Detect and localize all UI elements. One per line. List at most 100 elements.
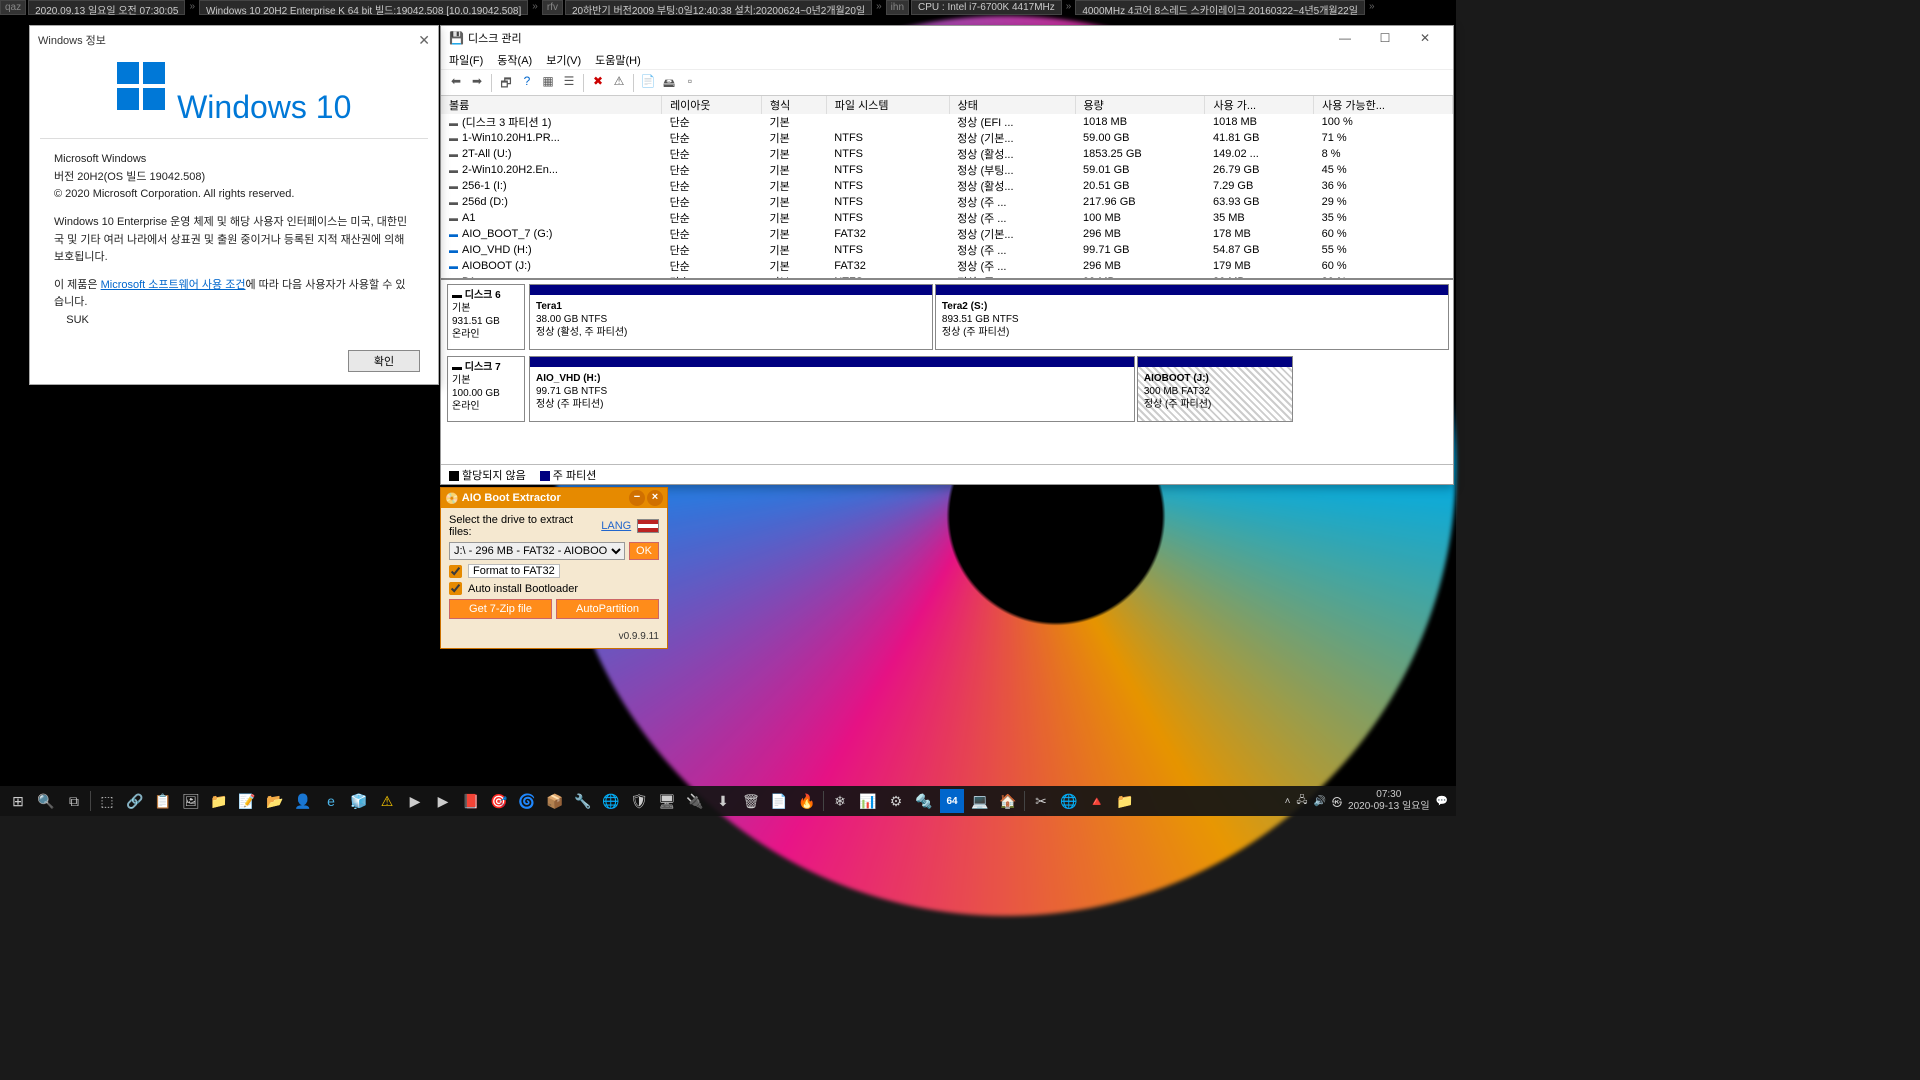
app-icon[interactable]: 🖥 xyxy=(655,789,679,813)
partition[interactable]: Tera2 (S:)893.51 GB NTFS정상 (주 파티션) xyxy=(935,284,1449,350)
close-icon[interactable]: × xyxy=(647,490,663,506)
volume-row[interactable]: AIO_BOOT_7 (G:)단순기본FAT32정상 (기본...296 MB1… xyxy=(441,226,1453,242)
app-icon[interactable]: ⬇ xyxy=(711,789,735,813)
app-icon[interactable]: 🛡 xyxy=(627,789,651,813)
column-header[interactable]: 상태 xyxy=(949,96,1075,114)
volume-row[interactable]: A1단순기본NTFS정상 (주 ...100 MB35 MB35 % xyxy=(441,210,1453,226)
flag-icon[interactable] xyxy=(637,519,659,533)
bootloader-checkbox[interactable] xyxy=(449,582,462,595)
app-icon[interactable]: 🔌 xyxy=(683,789,707,813)
dialog-titlebar[interactable]: Windows 정보 ✕ xyxy=(30,26,438,54)
app-icon[interactable]: 🧊 xyxy=(347,789,371,813)
volume-icon[interactable]: 🔊 xyxy=(1314,796,1326,807)
app-icon[interactable]: 📄 xyxy=(767,789,791,813)
disk-label[interactable]: ▬ 디스크 7기본100.00 GB온라인 xyxy=(447,356,525,422)
format-icon[interactable]: ▫ xyxy=(681,74,699,92)
app-icon[interactable]: ⚠ xyxy=(375,789,399,813)
taskview-icon[interactable]: ⧉ xyxy=(62,789,86,813)
ime-icon[interactable]: ㉿ xyxy=(1332,794,1342,809)
app-icon[interactable]: 🖼 xyxy=(179,789,203,813)
app-icon[interactable]: 64 xyxy=(940,789,964,813)
drive-icon[interactable]: 🖴 xyxy=(660,74,678,92)
menu-file[interactable]: 파일(F) xyxy=(449,52,483,68)
app-icon[interactable]: 🔥 xyxy=(795,789,819,813)
column-header[interactable]: 사용 가... xyxy=(1205,96,1314,114)
partition[interactable]: AIOBOOT (J:)300 MB FAT32정상 (주 파티션) xyxy=(1137,356,1293,422)
notification-icon[interactable]: 💬 xyxy=(1436,796,1448,807)
start-button[interactable]: ⊞ xyxy=(6,789,30,813)
aio-titlebar[interactable]: 📀 AIO Boot Extractor − × xyxy=(441,488,667,508)
volume-row[interactable]: (디스크 3 파티션 1)단순기본정상 (EFI ...1018 MB1018 … xyxy=(441,114,1453,130)
minimize-button[interactable]: — xyxy=(1325,31,1365,45)
list-icon[interactable]: ▦ xyxy=(539,74,557,92)
column-header[interactable]: 형식 xyxy=(762,96,827,114)
volume-row[interactable]: AIO_VHD (H:)단순기본NTFS정상 (주 ...99.71 GB54.… xyxy=(441,242,1453,258)
app-icon[interactable]: 📦 xyxy=(543,789,567,813)
system-tray[interactable]: ˄ 🖧 🔊 ㉿ 07:30 2020-09-13 일요일 💬 xyxy=(1285,789,1452,813)
clock[interactable]: 07:30 2020-09-13 일요일 xyxy=(1348,789,1430,813)
app-icon[interactable]: 🌐 xyxy=(599,789,623,813)
ok-button[interactable]: OK xyxy=(629,542,659,560)
minimize-icon[interactable]: − xyxy=(629,490,645,506)
column-header[interactable]: 사용 가능한... xyxy=(1314,96,1453,114)
refresh-icon[interactable]: 🗗 xyxy=(497,74,515,92)
back-icon[interactable]: ⬅ xyxy=(447,74,465,92)
ie-icon[interactable]: e xyxy=(319,789,343,813)
app-icon[interactable]: 🔧 xyxy=(571,789,595,813)
volume-row[interactable]: AIOBOOT (J:)단순기본FAT32정상 (주 ...296 MB179 … xyxy=(441,258,1453,274)
close-icon[interactable]: ✕ xyxy=(418,32,430,49)
window-titlebar[interactable]: 💾 디스크 관리 — ☐ ✕ xyxy=(441,26,1453,50)
help-icon[interactable]: ? xyxy=(518,74,536,92)
volume-row[interactable]: 2T-All (U:)단순기본NTFS정상 (활성...1853.25 GB14… xyxy=(441,146,1453,162)
app-icon[interactable]: 🔗 xyxy=(123,789,147,813)
new-icon[interactable]: 📄 xyxy=(639,74,657,92)
partition[interactable]: AIO_VHD (H:)99.71 GB NTFS정상 (주 파티션) xyxy=(529,356,1135,422)
column-header[interactable]: 레이아웃 xyxy=(662,96,762,114)
chrome-icon[interactable]: 🌐 xyxy=(1057,789,1081,813)
warn-icon[interactable]: ⚠ xyxy=(610,74,628,92)
tray-chevron-icon[interactable]: ˄ xyxy=(1285,796,1291,807)
network-icon[interactable]: 🖧 xyxy=(1296,793,1307,810)
menu-help[interactable]: 도움말(H) xyxy=(595,52,641,68)
partition[interactable]: Tera138.00 GB NTFS정상 (활성, 주 파티션) xyxy=(529,284,933,350)
app-icon[interactable]: 📂 xyxy=(263,789,287,813)
app-icon[interactable]: 🔩 xyxy=(912,789,936,813)
app-icon[interactable]: 🎯 xyxy=(487,789,511,813)
search-icon[interactable]: 🔍 xyxy=(34,789,58,813)
app-icon[interactable]: 👤 xyxy=(291,789,315,813)
volume-row[interactable]: 256d (D:)단순기본NTFS정상 (주 ...217.96 GB63.93… xyxy=(441,194,1453,210)
column-header[interactable]: 용량 xyxy=(1075,96,1205,114)
app-icon[interactable]: ⬚ xyxy=(95,789,119,813)
volume-row[interactable]: 256-1 (I:)단순기본NTFS정상 (활성...20.51 GB7.29 … xyxy=(441,178,1453,194)
column-header[interactable]: 볼륨 xyxy=(441,96,662,114)
menu-action[interactable]: 동작(A) xyxy=(497,52,532,68)
ok-button[interactable]: 확인 xyxy=(348,350,420,372)
volume-list[interactable]: 볼륨레이아웃형식파일 시스템상태용량사용 가...사용 가능한... (디스크 … xyxy=(441,96,1453,280)
volume-row[interactable]: 2-Win10.20H2.En...단순기본NTFS정상 (부팅...59.01… xyxy=(441,162,1453,178)
app-icon[interactable]: ✂ xyxy=(1029,789,1053,813)
disk-label[interactable]: ▬ 디스크 6기본931.51 GB온라인 xyxy=(447,284,525,350)
app-icon[interactable]: 🔺 xyxy=(1085,789,1109,813)
app-icon[interactable]: 📋 xyxy=(151,789,175,813)
view-icon[interactable]: ☰ xyxy=(560,74,578,92)
column-header[interactable]: 파일 시스템 xyxy=(826,96,949,114)
app-icon[interactable]: ▶ xyxy=(431,789,455,813)
license-link[interactable]: Microsoft 소프트웨어 사용 조건 xyxy=(101,279,246,291)
app-icon[interactable]: 🗑 xyxy=(739,789,763,813)
close-button[interactable]: ✕ xyxy=(1405,31,1445,45)
app-icon[interactable]: 💻 xyxy=(968,789,992,813)
app-icon[interactable]: 📁 xyxy=(207,789,231,813)
x-icon[interactable]: ✖ xyxy=(589,74,607,92)
app-icon[interactable]: 📊 xyxy=(856,789,880,813)
maximize-button[interactable]: ☐ xyxy=(1365,31,1405,45)
app-icon[interactable]: 📝 xyxy=(235,789,259,813)
app-icon[interactable]: ❄ xyxy=(828,789,852,813)
app-icon[interactable]: 🌀 xyxy=(515,789,539,813)
lang-link[interactable]: LANG xyxy=(601,520,631,532)
app-icon[interactable]: ⚙ xyxy=(884,789,908,813)
app-icon[interactable]: 📕 xyxy=(459,789,483,813)
app-icon[interactable]: 📁 xyxy=(1113,789,1137,813)
autopartition-button[interactable]: AutoPartition xyxy=(556,599,659,619)
get-7zip-button[interactable]: Get 7-Zip file xyxy=(449,599,552,619)
forward-icon[interactable]: ➡ xyxy=(468,74,486,92)
